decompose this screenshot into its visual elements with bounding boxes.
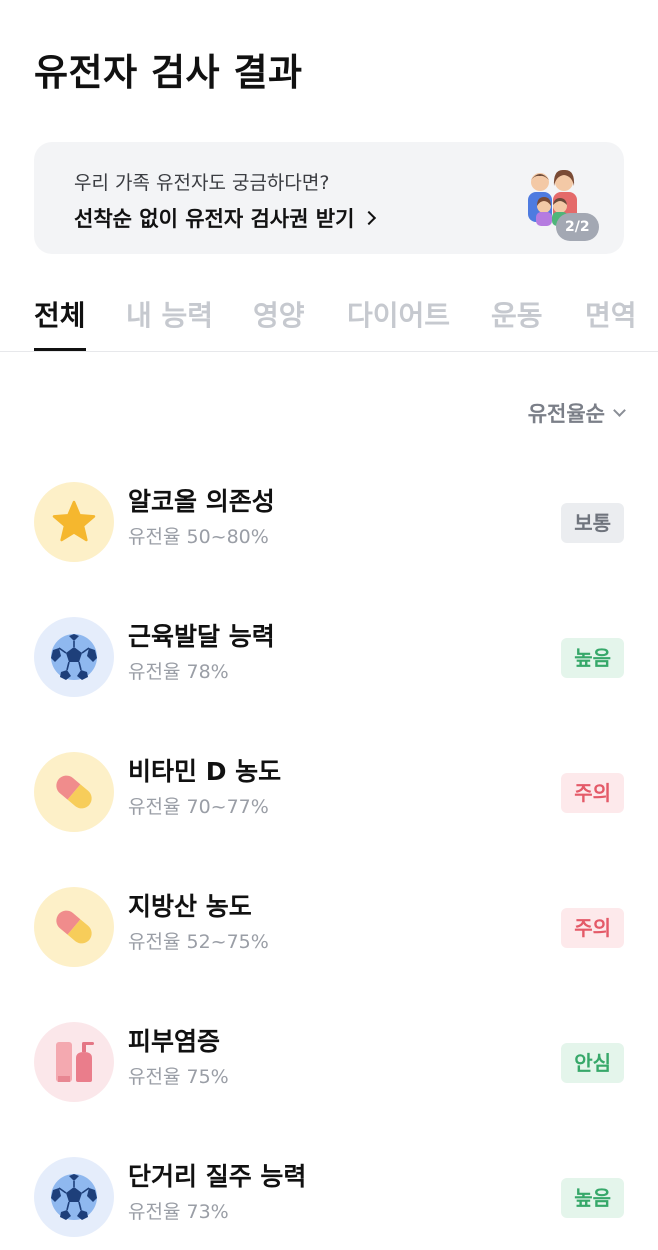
status-badge: 주의 — [561, 773, 624, 813]
tab-exercise[interactable]: 운동 — [491, 294, 543, 334]
item-heritability: 유전율 50~80% — [128, 526, 269, 548]
item-heritability: 유전율 73% — [128, 1201, 229, 1223]
promo-cta-link[interactable]: 선착순 없이 유전자 검사권 받기 — [74, 203, 377, 233]
promo-subtitle: 우리 가족 유전자도 궁금하다면? — [74, 172, 330, 194]
status-badge: 안심 — [561, 1043, 624, 1083]
lotion-bottles-icon — [56, 1042, 94, 1082]
tab-my-ability[interactable]: 내 능력 — [126, 294, 213, 334]
page-title: 유전자 검사 결과 — [34, 51, 303, 94]
promo-cta-label: 선착순 없이 유전자 검사권 받기 — [74, 207, 355, 231]
item-title: 비타민 D 농도 — [128, 757, 282, 786]
pill-capsule-icon — [56, 775, 92, 809]
soccer-ball-icon — [51, 634, 97, 680]
item-avatar — [34, 482, 114, 562]
list-item[interactable]: 알코올 의존성 유전율 50~80% 보통 — [0, 472, 658, 572]
item-avatar — [34, 887, 114, 967]
item-heritability: 유전율 78% — [128, 661, 229, 683]
soccer-ball-icon — [51, 1174, 97, 1220]
tab-all[interactable]: 전체 — [34, 294, 86, 334]
star-icon — [52, 500, 96, 542]
item-title: 지방산 농도 — [128, 892, 252, 921]
chevron-right-icon — [362, 210, 377, 226]
list-item[interactable]: 피부염증 유전율 75% 안심 — [0, 1012, 658, 1112]
promo-banner[interactable]: 우리 가족 유전자도 궁금하다면? 선착순 없이 유전자 검사권 받기 2/2 — [34, 142, 624, 254]
status-badge: 높음 — [561, 638, 624, 678]
item-avatar — [34, 752, 114, 832]
item-title: 근육발달 능력 — [128, 622, 275, 651]
status-badge: 보통 — [561, 503, 624, 543]
sort-label: 유전율순 — [527, 402, 605, 426]
item-heritability: 유전율 75% — [128, 1066, 229, 1088]
item-title: 알코올 의존성 — [128, 487, 275, 516]
chevron-down-icon — [613, 403, 626, 417]
list-item[interactable]: 비타민 D 농도 유전율 70~77% 주의 — [0, 742, 658, 842]
item-avatar — [34, 1022, 114, 1102]
item-avatar — [34, 1157, 114, 1237]
tab-nutrition[interactable]: 영양 — [253, 294, 305, 334]
sort-dropdown[interactable]: 유전율순 — [527, 398, 626, 428]
page-indicator: 2/2 — [556, 213, 599, 241]
tab-diet[interactable]: 다이어트 — [347, 294, 450, 334]
category-tabs: 전체 내 능력 영양 다이어트 운동 면역 — [0, 290, 658, 352]
list-item[interactable]: 근육발달 능력 유전율 78% 높음 — [0, 607, 658, 707]
tab-immunity[interactable]: 면역 — [585, 294, 637, 334]
active-tab-indicator — [34, 348, 86, 351]
pill-capsule-icon — [56, 910, 92, 944]
list-item[interactable]: 단거리 질주 능력 유전율 73% 높음 — [0, 1147, 658, 1247]
item-title: 단거리 질주 능력 — [128, 1162, 307, 1191]
status-badge: 높음 — [561, 1178, 624, 1218]
item-avatar — [34, 617, 114, 697]
item-title: 피부염증 — [128, 1027, 221, 1056]
item-heritability: 유전율 70~77% — [128, 796, 269, 818]
item-heritability: 유전율 52~75% — [128, 931, 269, 953]
list-item[interactable]: 지방산 농도 유전율 52~75% 주의 — [0, 877, 658, 977]
status-badge: 주의 — [561, 908, 624, 948]
